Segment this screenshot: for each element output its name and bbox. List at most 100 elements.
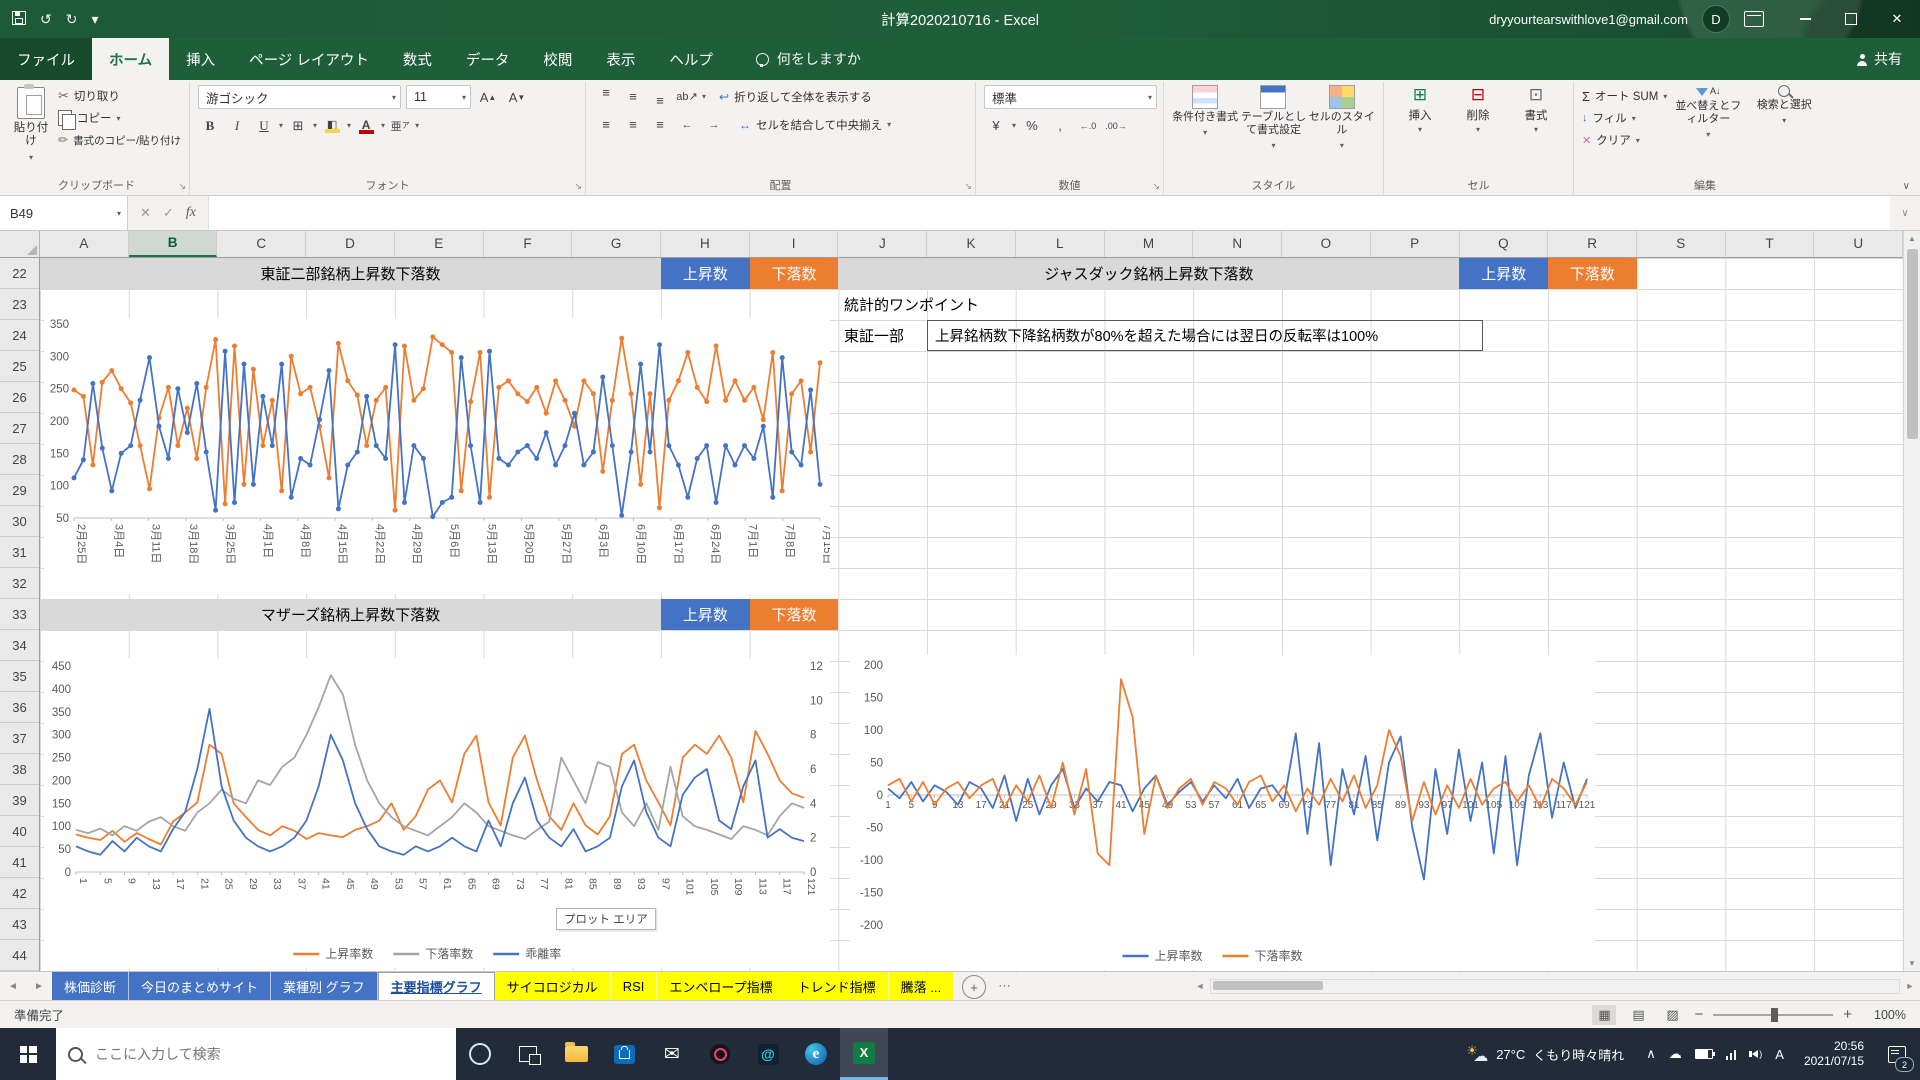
normal-view-button[interactable]: ▦ xyxy=(1592,1005,1616,1025)
tab-page-layout[interactable]: ページ レイアウト xyxy=(232,38,386,80)
column-header-F[interactable]: F xyxy=(484,230,573,257)
underline-caret-icon[interactable]: ▾ xyxy=(279,121,283,130)
format-cells-button[interactable]: ⊡ 書式▾ xyxy=(1508,85,1564,134)
align-top-icon[interactable]: ≡ xyxy=(594,85,618,108)
format-painter-button[interactable]: ✏書式のコピー/貼り付け xyxy=(58,129,181,151)
sheet-tab-2[interactable]: 業種別 グラフ xyxy=(271,972,378,1000)
font-color-icon[interactable]: A xyxy=(354,114,378,137)
red-app-button[interactable] xyxy=(696,1028,744,1080)
sheet-tab-0[interactable]: 株価診断 xyxy=(52,972,129,1000)
font-size-combo[interactable]: 11▾ xyxy=(406,85,471,109)
merge-center-button[interactable]: ↔セルを結合して中央揃え▾ xyxy=(739,114,891,136)
align-bottom-icon[interactable]: ≡ xyxy=(648,85,672,108)
fill-button[interactable]: ↓フィル▾ xyxy=(1582,107,1667,129)
bold-button[interactable]: B xyxy=(198,114,222,137)
zoom-out-button[interactable]: − xyxy=(1694,1006,1703,1023)
align-middle-icon[interactable]: ≡ xyxy=(621,85,645,108)
row-header-36[interactable]: 36 xyxy=(0,692,39,723)
section2-title-cell[interactable]: ジャスダック銘柄上昇数下落数 xyxy=(838,258,1459,289)
maximize-button[interactable] xyxy=(1828,0,1874,38)
row-header-30[interactable]: 30 xyxy=(0,506,39,537)
hidden-icons-chevron[interactable]: ∧ xyxy=(1646,1046,1656,1062)
section2-down-cell[interactable]: 下落数 xyxy=(1548,258,1637,289)
clear-button[interactable]: ✕クリア▾ xyxy=(1582,129,1667,151)
sheet-nav-right-icon[interactable]: ► xyxy=(26,972,52,1000)
task-view-button[interactable] xyxy=(504,1028,552,1080)
row-header-31[interactable]: 31 xyxy=(0,537,39,568)
section3-title-cell[interactable]: マザーズ銘柄上昇数下落数 xyxy=(40,599,661,630)
tab-view[interactable]: 表示 xyxy=(589,38,652,80)
network-icon[interactable] xyxy=(1726,1049,1737,1060)
column-header-H[interactable]: H xyxy=(661,230,750,257)
close-button[interactable]: ✕ xyxy=(1874,0,1920,38)
column-header-E[interactable]: E xyxy=(395,230,484,257)
row-header-25[interactable]: 25 xyxy=(0,351,39,382)
column-header-P[interactable]: P xyxy=(1371,230,1460,257)
scroll-up-icon[interactable]: ▲ xyxy=(1904,230,1920,246)
row-header-28[interactable]: 28 xyxy=(0,444,39,475)
section2-up-cell[interactable]: 上昇数 xyxy=(1459,258,1548,289)
sort-filter-button[interactable]: A↓ 並べ替えとフィルター▾ xyxy=(1673,85,1743,151)
taskbar-clock[interactable]: 20:56 2021/07/15 xyxy=(1794,1039,1874,1069)
align-left-icon[interactable]: ≡ xyxy=(594,113,618,136)
column-header-L[interactable]: L xyxy=(1016,230,1105,257)
save-icon[interactable] xyxy=(12,11,26,28)
row-header-41[interactable]: 41 xyxy=(0,847,39,878)
note-text-cell[interactable]: 上昇銘柄数下降銘柄数が80%を超えた場合には翌日の反転率は100% xyxy=(927,320,1483,351)
start-button[interactable] xyxy=(0,1028,56,1080)
column-header-K[interactable]: K xyxy=(927,230,1016,257)
row-header-42[interactable]: 42 xyxy=(0,878,39,909)
column-header-J[interactable]: J xyxy=(838,230,927,257)
column-header-S[interactable]: S xyxy=(1637,230,1726,257)
row-header-22[interactable]: 22 xyxy=(0,258,39,289)
cancel-formula-icon[interactable]: ✕ xyxy=(140,205,151,221)
decrease-decimal-icon[interactable]: .00→ xyxy=(1104,114,1128,137)
conditional-formatting-button[interactable]: 条件付き書式▾ xyxy=(1172,85,1238,152)
column-header-U[interactable]: U xyxy=(1814,230,1903,257)
redo-icon[interactable]: ↻ xyxy=(66,11,78,28)
chart-tse2-advance-decline[interactable]: 501001502002503003502月25日3月4日3月11日3月18日3… xyxy=(44,318,830,594)
decrease-indent-icon[interactable]: ← xyxy=(675,113,699,136)
row-header-39[interactable]: 39 xyxy=(0,785,39,816)
column-header-G[interactable]: G xyxy=(572,230,661,257)
zoom-slider-thumb[interactable] xyxy=(1771,1008,1778,1022)
mail-button[interactable]: ✉ xyxy=(648,1028,696,1080)
increase-decimal-icon[interactable]: ←.0 xyxy=(1076,114,1100,137)
cut-button[interactable]: ✂切り取り xyxy=(58,85,181,107)
onedrive-cloud-icon[interactable]: ☁ xyxy=(1669,1046,1682,1062)
cortana-button[interactable] xyxy=(456,1028,504,1080)
minimize-button[interactable] xyxy=(1782,0,1828,38)
battery-icon[interactable] xyxy=(1695,1049,1713,1059)
percent-style-icon[interactable]: % xyxy=(1020,114,1044,137)
section1-title-cell[interactable]: 東証二部銘柄上昇数下落数 xyxy=(40,258,661,289)
font-name-combo[interactable]: 游ゴシック▾ xyxy=(198,85,401,109)
row-header-44[interactable]: 44 xyxy=(0,940,39,971)
column-header-B[interactable]: B xyxy=(129,230,218,257)
taskbar-search-input[interactable] xyxy=(93,1045,444,1063)
undo-icon[interactable]: ↺ xyxy=(40,11,52,28)
collapse-ribbon-icon[interactable]: ∨ xyxy=(1903,181,1910,192)
tab-review[interactable]: 校閲 xyxy=(526,38,589,80)
fill-color-icon[interactable]: ◧ xyxy=(320,114,344,137)
note-label-cell[interactable]: 東証一部 xyxy=(844,320,904,351)
new-sheet-button[interactable]: + xyxy=(962,975,986,999)
alignment-dialog-launcher-icon[interactable]: ↘ xyxy=(964,181,972,192)
tab-insert[interactable]: 挿入 xyxy=(169,38,232,80)
file-explorer-button[interactable] xyxy=(552,1028,600,1080)
row-header-34[interactable]: 34 xyxy=(0,630,39,661)
number-dialog-launcher-icon[interactable]: ↘ xyxy=(1152,181,1160,192)
tab-data[interactable]: データ xyxy=(449,38,527,80)
find-select-button[interactable]: 検索と選択▾ xyxy=(1749,85,1819,151)
align-right-icon[interactable]: ≡ xyxy=(648,113,672,136)
scroll-down-icon[interactable]: ▼ xyxy=(1904,955,1920,971)
increase-font-icon[interactable]: A▲ xyxy=(476,86,500,109)
tab-formulas[interactable]: 数式 xyxy=(386,38,449,80)
zoom-level[interactable]: 100% xyxy=(1862,1008,1906,1022)
taskbar-search-box[interactable] xyxy=(56,1028,456,1080)
autosum-button[interactable]: Σオート SUM▾ xyxy=(1582,85,1667,107)
zoom-in-button[interactable]: + xyxy=(1843,1006,1852,1023)
currency-format-icon[interactable]: ¥ xyxy=(984,114,1008,137)
clipboard-dialog-launcher-icon[interactable]: ↘ xyxy=(178,181,186,192)
row-header-33[interactable]: 33 xyxy=(0,599,39,630)
ime-indicator[interactable]: A xyxy=(1775,1047,1784,1062)
